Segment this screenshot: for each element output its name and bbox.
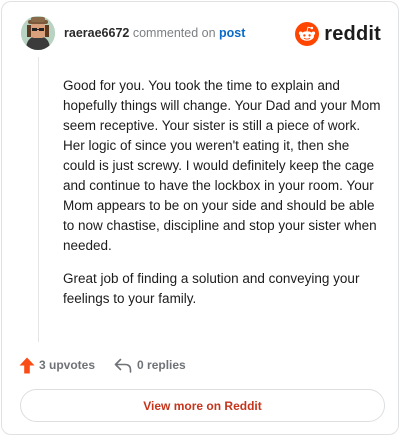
- upvote-arrow-icon: [19, 357, 35, 373]
- view-more-label: View more on Reddit: [143, 398, 262, 413]
- comment-body: Good for you. You took the time to expla…: [63, 76, 383, 309]
- reddit-wordmark: reddit: [324, 22, 381, 45]
- comment-paragraph: Great job of finding a solution and conv…: [63, 271, 360, 306]
- username[interactable]: raerae6672: [64, 26, 129, 40]
- post-link[interactable]: post: [219, 26, 245, 40]
- reddit-logo-icon: [295, 22, 320, 46]
- upvote-button[interactable]: 3 upvotes: [19, 357, 95, 374]
- upvote-count: 3 upvotes: [39, 358, 96, 372]
- comment-meta: raerae6672 commented on post: [64, 26, 245, 40]
- comment-card: raerae6672 commented on post reddit Good…: [1, 1, 399, 435]
- reply-button[interactable]: 0 replies: [114, 358, 186, 373]
- reply-count: 0 replies: [137, 358, 186, 372]
- reddit-brand[interactable]: reddit: [295, 21, 381, 47]
- thread-line: [38, 57, 39, 342]
- view-more-button[interactable]: View more on Reddit: [20, 389, 385, 422]
- comment-actions: 3 upvotes 0 replies: [19, 354, 186, 376]
- comment-header: raerae6672 commented on post reddit: [21, 16, 381, 52]
- commented-on-text: commented on: [132, 26, 216, 40]
- avatar[interactable]: [21, 16, 55, 50]
- reply-arrow-icon: [114, 358, 132, 373]
- comment-paragraph: Good for you. You took the time to expla…: [63, 78, 381, 253]
